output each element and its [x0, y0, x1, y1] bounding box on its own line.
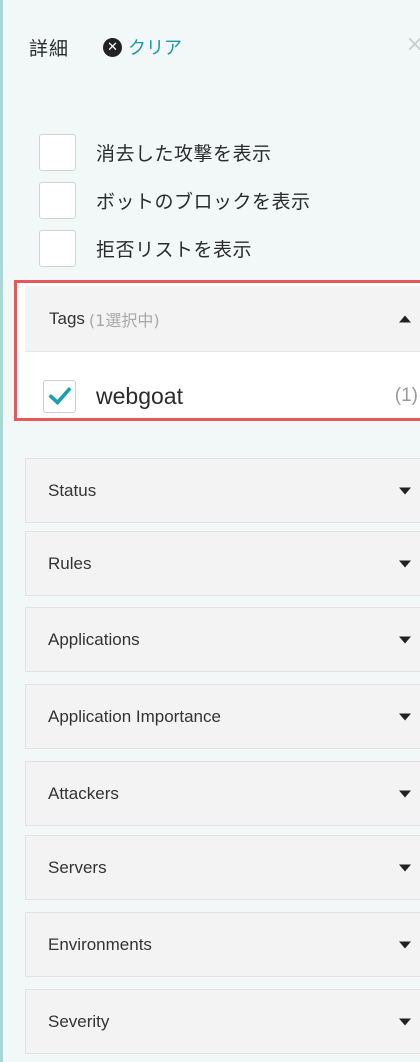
section-label: Rules — [48, 553, 92, 573]
chevron-down-icon — [399, 1018, 411, 1025]
tags-selected-count: (1選択中) — [88, 310, 160, 330]
filter-section-severity[interactable]: Severity — [25, 989, 420, 1054]
clear-icon: ✕ — [103, 37, 123, 57]
close-icon[interactable]: × — [406, 34, 420, 56]
show-bot-blocks-option[interactable]: ボットのブロックを表示 — [39, 176, 311, 224]
filter-section-attackers[interactable]: Attackers — [25, 761, 420, 826]
checkbox-label: 拒否リストを表示 — [96, 238, 253, 261]
checkbox-label: ボットのブロックを表示 — [96, 190, 311, 213]
show-deleted-attacks-checkbox[interactable] — [39, 133, 76, 171]
filter-section-environments[interactable]: Environments — [25, 912, 420, 977]
show-denylist-option[interactable]: 拒否リストを表示 — [39, 224, 311, 272]
chevron-down-icon — [399, 864, 411, 871]
clear-label: クリア — [128, 38, 183, 59]
panel-header: 詳細 ✕ クリア — [29, 30, 182, 64]
chevron-down-icon — [399, 560, 411, 567]
section-label: Servers — [48, 857, 107, 877]
tag-count: (1) — [394, 385, 418, 406]
chevron-down-icon — [399, 487, 411, 494]
tags-section-header[interactable]: Tags (1選択中) — [25, 286, 420, 352]
tag-item-webgoat[interactable]: webgoat (1) — [43, 376, 420, 416]
show-bot-blocks-checkbox[interactable] — [39, 181, 76, 219]
section-label: Environments — [48, 934, 152, 954]
tags-filter-section: Tags (1選択中) webgoat (1) — [14, 280, 420, 421]
chevron-down-icon — [399, 941, 411, 948]
section-label: Severity — [48, 1011, 110, 1031]
tags-section-title: Tags — [49, 308, 85, 328]
chevron-up-icon — [399, 315, 411, 322]
filter-section-status[interactable]: Status — [25, 458, 420, 523]
section-label: Status — [48, 480, 97, 500]
show-denylist-checkbox[interactable] — [39, 229, 76, 267]
section-label: Application Importance — [48, 706, 221, 726]
filter-section-application-importance[interactable]: Application Importance — [25, 684, 420, 749]
section-label: Applications — [48, 629, 140, 649]
clear-button[interactable]: ✕ クリア — [103, 34, 182, 60]
chevron-down-icon — [399, 790, 411, 797]
chevron-down-icon — [399, 636, 411, 643]
checkmark-icon — [47, 386, 72, 406]
filter-section-rules[interactable]: Rules — [25, 531, 420, 596]
section-label: Attackers — [48, 783, 119, 803]
display-options: 消去した攻撃を表示 ボットのブロックを表示 拒否リストを表示 — [39, 128, 311, 272]
filter-panel: 詳細 ✕ クリア × 消去した攻撃を表示 ボットのブロックを表示 拒否リストを表… — [0, 0, 420, 1062]
show-deleted-attacks-option[interactable]: 消去した攻撃を表示 — [39, 128, 311, 176]
tag-label: webgoat — [96, 382, 183, 409]
filter-section-applications[interactable]: Applications — [25, 607, 420, 672]
filter-section-servers[interactable]: Servers — [25, 835, 420, 900]
chevron-down-icon — [399, 713, 411, 720]
panel-title: 詳細 — [29, 37, 70, 60]
tag-checkbox[interactable] — [43, 379, 76, 413]
checkbox-label: 消去した攻撃を表示 — [96, 142, 272, 165]
